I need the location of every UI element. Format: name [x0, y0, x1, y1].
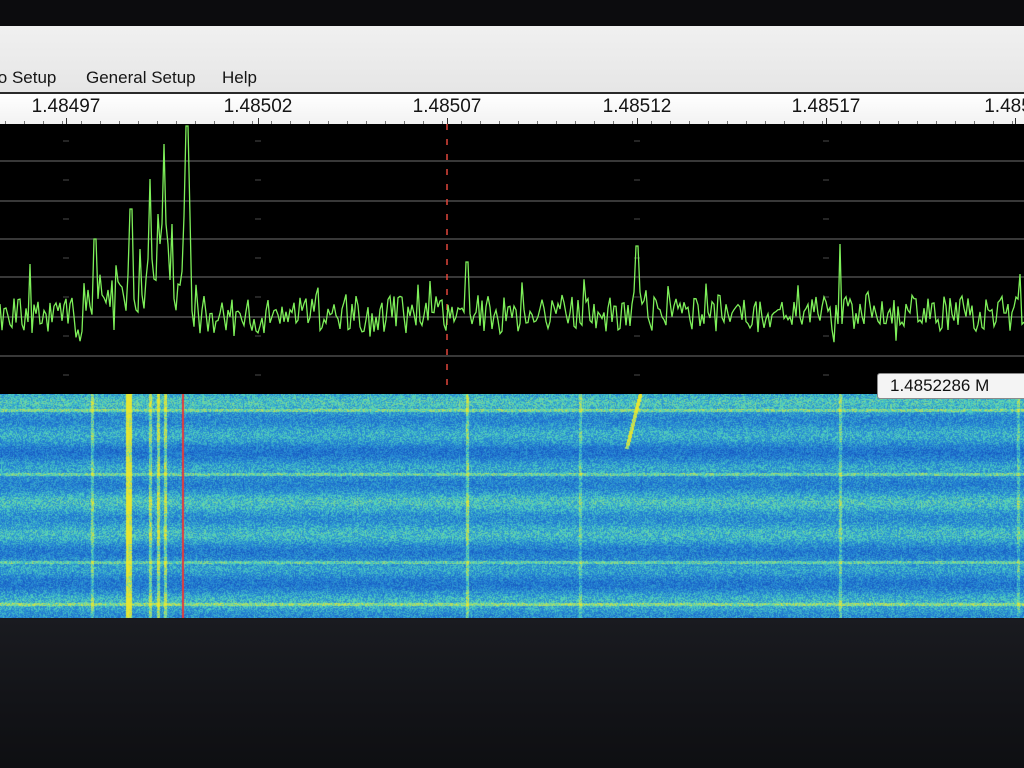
spectrum-display[interactable]: [0, 124, 1024, 394]
frequency-readout: 1.4852286 M: [877, 373, 1024, 399]
menu-general-setup[interactable]: General Setup: [86, 68, 196, 88]
freq-label: 1.485: [984, 96, 1024, 117]
freq-label: 1.48507: [412, 96, 482, 117]
spectrum-trace: [0, 125, 1024, 343]
spectrum-plot: [0, 124, 1024, 394]
freq-label: 1.48497: [31, 96, 101, 117]
empty-panel: [0, 618, 1024, 768]
freq-label: 1.48502: [223, 96, 293, 117]
waterfall-canvas: [0, 394, 1024, 618]
waterfall-display[interactable]: [0, 394, 1024, 618]
sdr-app-screen: io Setup General Setup Help 1.48497 1.48…: [0, 0, 1024, 768]
freq-label: 1.48517: [791, 96, 861, 117]
screen-bezel: [0, 0, 1024, 26]
frequency-axis[interactable]: 1.48497 1.48502 1.48507 1.48512 1.48517 …: [0, 92, 1024, 124]
menu-bar: io Setup General Setup Help: [0, 26, 1024, 92]
menu-radio-setup[interactable]: io Setup: [0, 68, 56, 88]
menu-help[interactable]: Help: [222, 68, 257, 88]
freq-label: 1.48512: [602, 96, 672, 117]
